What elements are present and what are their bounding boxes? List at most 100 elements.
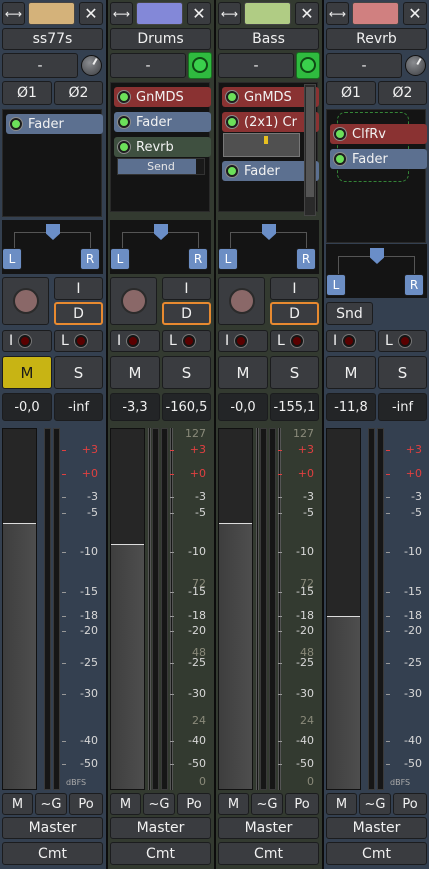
disk-monitor-button[interactable]: D — [54, 302, 103, 325]
plugin-fader[interactable]: Fader — [330, 149, 427, 169]
panner-position-marker[interactable] — [154, 224, 168, 240]
strip-meter-point-button[interactable]: M — [2, 793, 33, 815]
close-icon[interactable]: ✕ — [295, 2, 319, 25]
strip-gain-automation-button[interactable]: ~G — [35, 793, 67, 815]
panner[interactable]: LR — [218, 220, 319, 274]
track-color-button[interactable] — [136, 2, 183, 25]
peak-display[interactable]: -0,0 — [2, 393, 52, 421]
output-button[interactable]: Master — [110, 817, 211, 839]
panner-position-marker[interactable] — [370, 248, 384, 264]
width-toggle-button[interactable]: ⟷ — [326, 2, 349, 25]
input-monitor-button[interactable]: I — [270, 277, 319, 300]
plugin-fader[interactable]: Fader — [6, 114, 103, 134]
strip-pan-automation-button[interactable]: Po — [69, 793, 103, 815]
plugin-enable-led[interactable] — [334, 128, 346, 140]
width-toggle-button[interactable]: ⟷ — [218, 2, 241, 25]
strip-pan-automation-button[interactable]: Po — [177, 793, 211, 815]
gain-display[interactable]: -inf — [54, 393, 103, 421]
width-toggle-button[interactable]: ⟷ — [2, 2, 25, 25]
width-toggle-button[interactable]: ⟷ — [110, 2, 133, 25]
output-button[interactable]: Master — [2, 817, 103, 839]
panner[interactable]: LR — [2, 220, 103, 274]
polarity-button[interactable]: Ø2 — [54, 81, 103, 105]
processor-box[interactable]: GnMDS (2x1) Cr Fader — [218, 82, 319, 212]
panner-position-marker[interactable] — [46, 224, 60, 240]
track-name-button[interactable]: Drums — [110, 28, 211, 50]
strip-pan-automation-button[interactable]: Po — [393, 793, 427, 815]
track-color-button[interactable] — [244, 2, 291, 25]
processor-box[interactable]: GnMDS Fader Revrb Send — [110, 82, 211, 212]
processor-box[interactable]: ClfRv Fader — [326, 109, 427, 243]
strip-meter-point-button[interactable]: M — [326, 793, 357, 815]
track-color-button[interactable] — [28, 2, 75, 25]
mute-button[interactable]: M — [218, 356, 268, 389]
strip-gain-automation-button[interactable]: ~G — [143, 793, 175, 815]
panner-position-marker[interactable] — [262, 224, 276, 240]
strip-meter-point-button[interactable]: M — [110, 793, 141, 815]
output-button[interactable]: Master — [326, 817, 427, 839]
plugin-enable-led[interactable] — [226, 165, 238, 177]
comment-button[interactable]: Cmt — [218, 842, 319, 865]
plugin-enable-led[interactable] — [226, 91, 238, 103]
peak-display[interactable]: -3,3 — [110, 393, 160, 421]
record-button[interactable] — [110, 277, 157, 325]
knob-icon[interactable] — [81, 55, 102, 76]
mute-button[interactable]: M — [326, 356, 376, 389]
strip-meter-point-button[interactable]: M — [218, 793, 249, 815]
gain-display[interactable]: -inf — [378, 393, 427, 421]
disk-monitor-button[interactable]: D — [162, 302, 211, 325]
monitor-local-button[interactable]: L — [162, 330, 211, 352]
gain-fader[interactable] — [218, 428, 253, 790]
close-icon[interactable]: ✕ — [403, 2, 427, 25]
record-button[interactable] — [2, 277, 49, 325]
plugin-enable-led[interactable] — [118, 141, 130, 153]
input-monitor-button[interactable]: I — [162, 277, 211, 300]
solo-button[interactable]: S — [162, 356, 211, 389]
close-icon[interactable]: ✕ — [79, 2, 103, 25]
monitor-input-button[interactable]: I — [326, 330, 376, 352]
monitor-input-button[interactable]: I — [2, 330, 52, 352]
send-slider[interactable]: Send — [117, 158, 205, 175]
plugin-enable-led[interactable] — [118, 91, 130, 103]
close-icon[interactable]: ✕ — [187, 2, 211, 25]
strip-gain-automation-button[interactable]: ~G — [251, 793, 283, 815]
plugin-clfrv[interactable]: ClfRv — [330, 124, 427, 144]
solo-button[interactable]: S — [378, 356, 427, 389]
knob-icon[interactable] — [405, 55, 426, 76]
input-button[interactable]: - — [110, 53, 186, 78]
plugin-enable-led[interactable] — [118, 116, 130, 128]
track-name-button[interactable]: Bass — [218, 28, 319, 50]
processor-box[interactable]: Fader — [2, 109, 103, 217]
gain-fader[interactable] — [110, 428, 145, 790]
monitor-local-button[interactable]: L — [270, 330, 319, 352]
record-button[interactable] — [218, 277, 265, 325]
gain-display[interactable]: -160,5 — [162, 393, 211, 421]
plugin-fader[interactable]: Fader — [114, 112, 211, 132]
monitor-input-button[interactable]: I — [218, 330, 268, 352]
scrollbar-thumb[interactable] — [306, 87, 314, 197]
polarity-button[interactable]: Ø1 — [326, 81, 376, 105]
input-button[interactable]: - — [2, 53, 78, 78]
midi-port-icon[interactable] — [296, 52, 320, 79]
monitor-input-button[interactable]: I — [110, 330, 160, 352]
plugin-enable-led[interactable] — [334, 153, 346, 165]
gain-display[interactable]: -155,1 — [270, 393, 319, 421]
midi-port-icon[interactable] — [188, 52, 212, 79]
track-name-button[interactable]: ss77s — [2, 28, 103, 50]
input-button[interactable]: - — [218, 53, 294, 78]
peak-display[interactable]: -0,0 — [218, 393, 268, 421]
strip-gain-automation-button[interactable]: ~G — [359, 793, 391, 815]
peak-display[interactable]: -11,8 — [326, 393, 376, 421]
gain-fader[interactable] — [326, 428, 361, 790]
comment-button[interactable]: Cmt — [326, 842, 427, 865]
track-color-button[interactable] — [352, 2, 399, 25]
input-monitor-button[interactable]: I — [54, 277, 103, 300]
gain-fader[interactable] — [2, 428, 37, 790]
disk-monitor-button[interactable]: D — [270, 302, 319, 325]
monitor-local-button[interactable]: L — [54, 330, 103, 352]
solo-button[interactable]: S — [270, 356, 319, 389]
plugin-revrb[interactable]: Revrb — [114, 137, 211, 157]
plugin-gnmds[interactable]: GnMDS — [114, 87, 211, 107]
comment-button[interactable]: Cmt — [110, 842, 211, 865]
send-button[interactable]: Snd — [326, 302, 373, 325]
